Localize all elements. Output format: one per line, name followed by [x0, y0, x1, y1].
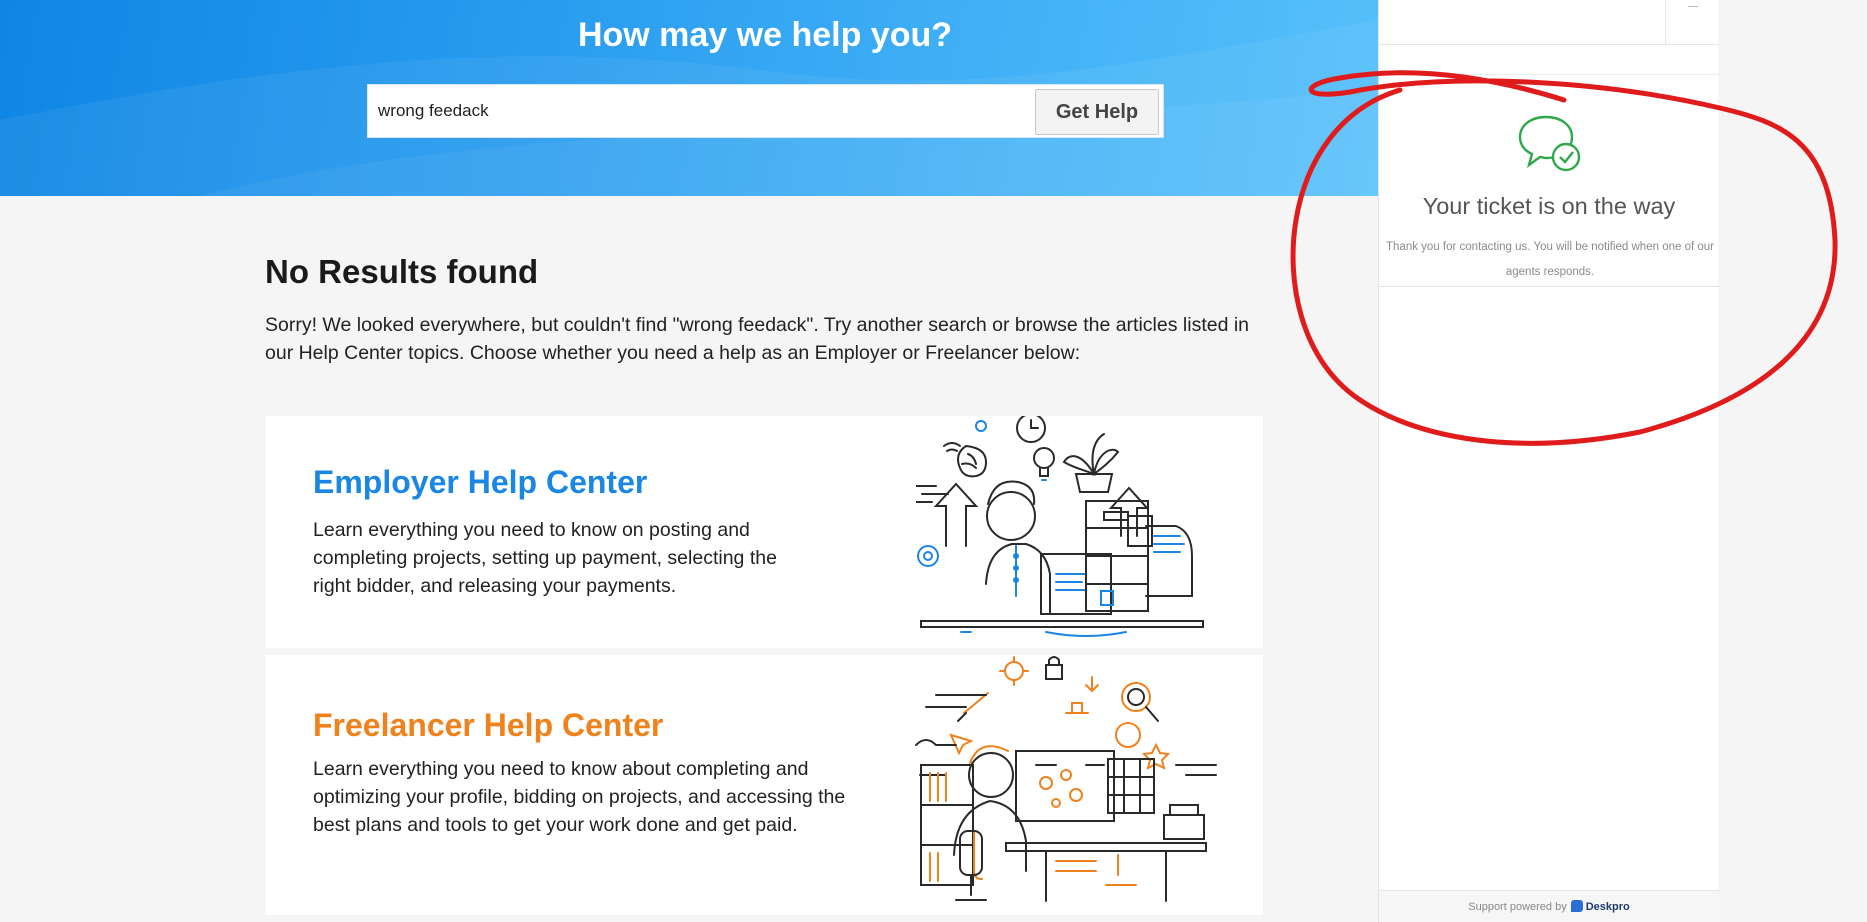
deskpro-brand[interactable]: Deskpro	[1586, 901, 1630, 913]
ticket-title: Your ticket is on the way	[1422, 193, 1676, 219]
powered-by-footer[interactable]: Support powered by Deskpro	[1379, 890, 1719, 922]
ticket-message: Thank you for contacting us. You will be…	[1386, 241, 1714, 278]
get-help-button[interactable]: Get Help	[1035, 89, 1159, 135]
employer-help-center-card[interactable]: Employer Help Center Learn everything yo…	[266, 416, 1263, 648]
freelancer-illustration	[915, 656, 1217, 902]
search-input[interactable]	[378, 99, 978, 123]
freelancer-help-center-card[interactable]: Freelancer Help Center Learn everything …	[266, 655, 1263, 915]
employer-illustration	[916, 416, 1204, 637]
deskpro-logo-icon	[1570, 900, 1583, 912]
no-results-message: Sorry! We looked everywhere, but couldn'…	[265, 314, 1250, 364]
support-widget-panel: Your ticket is on the way Thank you for …	[1378, 0, 1719, 922]
employer-help-center-link[interactable]: Employer Help Center	[313, 464, 647, 501]
freelancer-help-center-description: Learn everything you need to know about …	[313, 758, 846, 836]
powered-by-label: Support powered by	[1468, 901, 1567, 913]
employer-help-center-description: Learn everything you need to know on pos…	[313, 519, 777, 597]
minimize-button[interactable]	[1665, 0, 1719, 45]
search-box: Get Help	[367, 84, 1164, 138]
no-results-title: No Results found	[265, 253, 539, 290]
hero-title: How may we help you?	[577, 16, 953, 54]
freelancer-help-center-link[interactable]: Freelancer Help Center	[313, 707, 663, 744]
chat-check-icon	[1518, 115, 1581, 172]
ticket-confirmation: Your ticket is on the way Thank you for …	[1379, 75, 1719, 287]
minimize-icon	[1688, 6, 1698, 7]
hero-banner: How may we help you? Get Help	[0, 0, 1378, 196]
